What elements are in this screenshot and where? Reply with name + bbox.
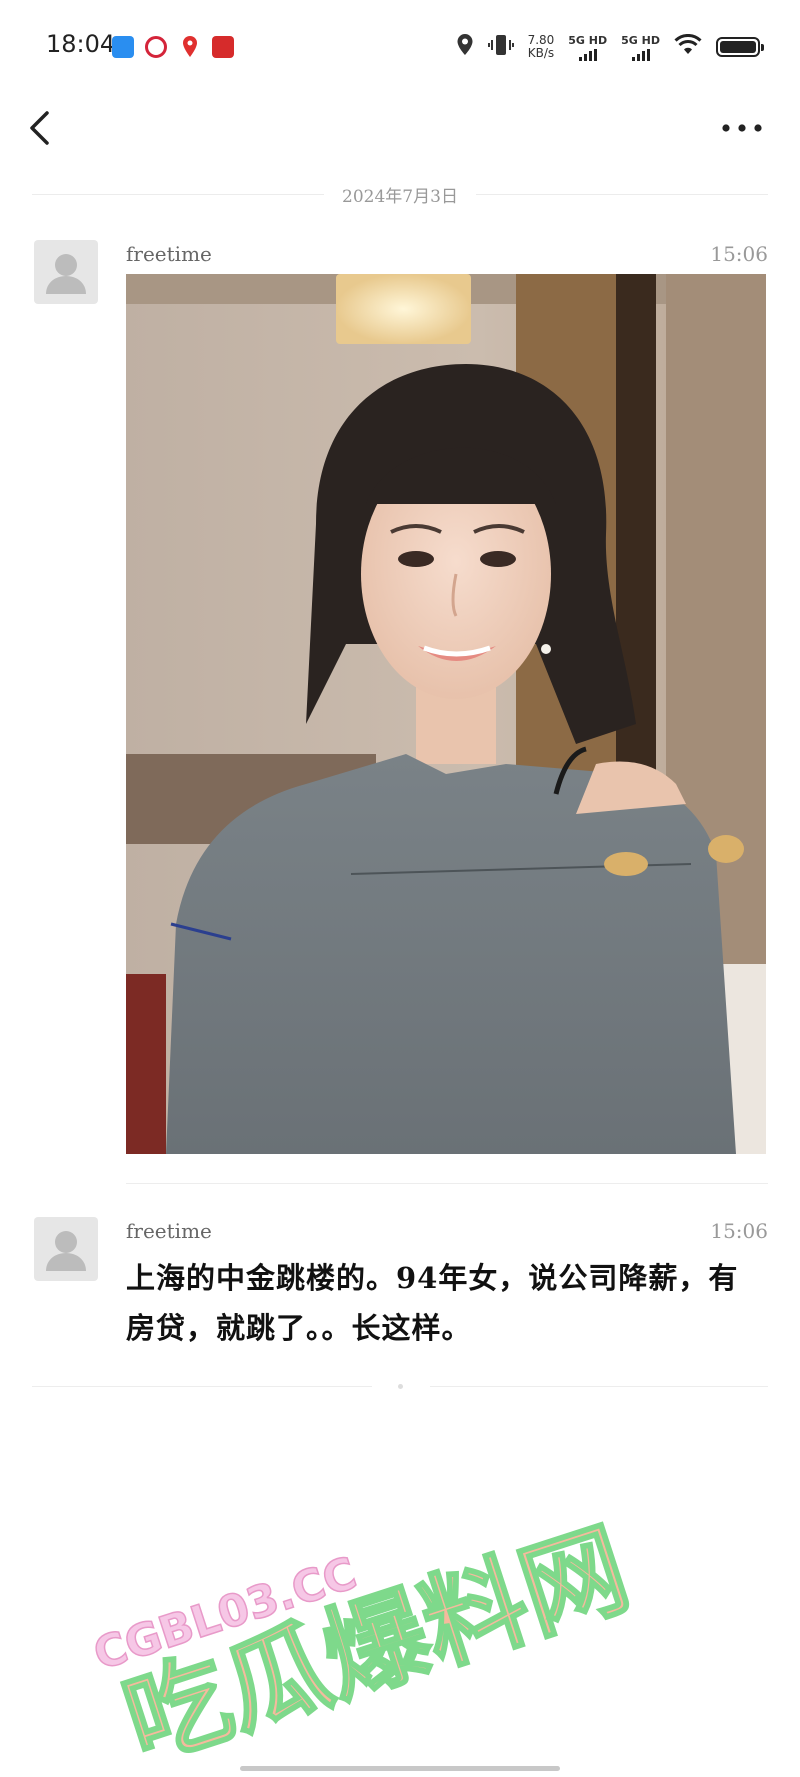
status-time: 18:04	[46, 30, 116, 58]
back-button[interactable]	[22, 105, 62, 151]
red-app-icon	[212, 36, 234, 58]
default-user-icon	[46, 254, 86, 294]
divider	[32, 1386, 372, 1387]
default-user-icon	[46, 1231, 86, 1271]
home-indicator[interactable]	[240, 1766, 560, 1771]
message-item: freetime 15:06	[34, 240, 768, 1160]
net-speed-unit: KB/s	[527, 46, 555, 60]
sim1-signal: 5G HD	[568, 34, 607, 61]
date-label: 2024年7月3日	[342, 186, 458, 207]
maps-pin-icon	[180, 35, 200, 63]
message-time: 15:06	[710, 242, 768, 266]
divider	[32, 193, 325, 195]
watermark: CGBL03.CC 吃瓜爆料网	[80, 1460, 644, 1777]
sim1-label: 5G HD	[568, 33, 608, 47]
battery-icon	[716, 37, 764, 57]
net-speed: 7.80 KB/s	[528, 34, 555, 60]
wifi-icon	[674, 33, 702, 60]
message-text[interactable]: 上海的中金跳楼的。94年女，说公司降薪，有房贷，就跳了。。长这样。	[126, 1253, 746, 1353]
avatar[interactable]	[34, 1217, 98, 1281]
end-dot	[398, 1384, 403, 1389]
bank-icon	[145, 36, 167, 58]
message-photo[interactable]	[126, 274, 766, 1154]
avatar[interactable]	[34, 240, 98, 304]
message-time: 15:06	[710, 1219, 768, 1243]
message-item: freetime 15:06 上海的中金跳楼的。94年女，说公司降薪，有房贷，就…	[34, 1217, 768, 1357]
chat-nav-bar	[0, 100, 800, 160]
watermark-site: CGBL03.CC	[88, 1548, 363, 1681]
divider	[475, 193, 768, 195]
more-options-button[interactable]	[716, 110, 768, 146]
sender-name: freetime	[126, 242, 212, 266]
watermark-title: 吃瓜爆料网	[110, 1507, 640, 1760]
divider	[126, 1183, 768, 1184]
sender-name: freetime	[126, 1219, 212, 1243]
sim2-label: 5G HD	[621, 33, 660, 47]
blue-app-icon	[112, 36, 134, 58]
location-icon	[456, 33, 474, 61]
divider	[430, 1386, 768, 1387]
portrait-image	[126, 274, 766, 1154]
sim2-signal: 5G HD	[621, 34, 660, 61]
vibrate-icon	[487, 33, 514, 61]
more-dots-icon	[722, 124, 762, 132]
chevron-left-icon	[30, 111, 49, 145]
date-separator: 2024年7月3日	[32, 180, 768, 208]
status-bar: 18:04 7.80 KB/s 5G HD 5G HD	[0, 0, 800, 90]
